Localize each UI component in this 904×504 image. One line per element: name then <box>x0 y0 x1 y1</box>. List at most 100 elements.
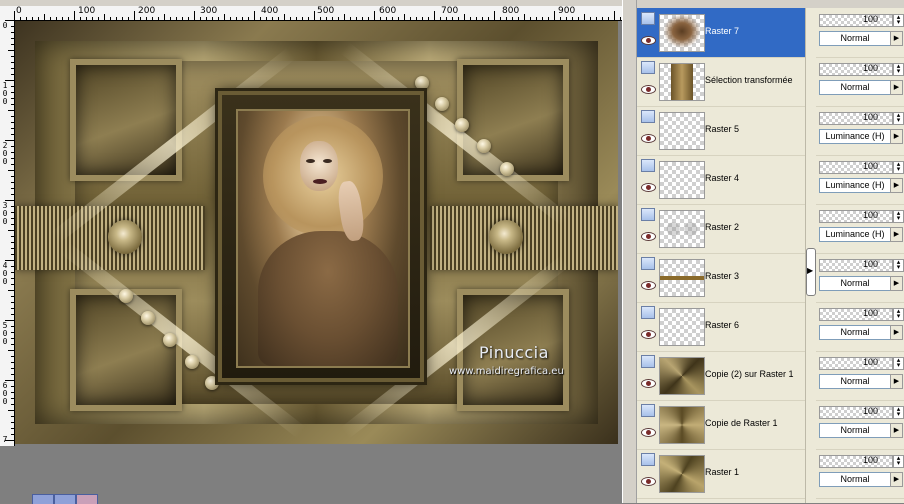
dropdown-arrow-icon[interactable]: ▶ <box>890 374 903 389</box>
opacity-spinner[interactable]: ▴ ▾ <box>893 308 904 321</box>
visibility-eye-icon[interactable] <box>641 330 656 339</box>
ruler-v-label: 0 <box>2 337 8 346</box>
opacity-spinner[interactable]: ▴ ▾ <box>893 63 904 76</box>
ruler-tick <box>356 17 357 20</box>
blend-mode-select[interactable]: Normal <box>819 31 891 46</box>
ruler-h-label: 700 <box>441 6 459 16</box>
opacity-spinner[interactable]: ▴ ▾ <box>893 14 904 27</box>
opacity-spinner[interactable]: ▴ ▾ <box>893 259 904 272</box>
layer-thumbnail <box>659 259 705 297</box>
layer-thumbnail <box>659 357 705 395</box>
layer-row[interactable]: Raster 2 <box>637 204 805 254</box>
dropdown-arrow-icon[interactable]: ▶ <box>890 80 903 95</box>
visibility-eye-icon[interactable] <box>641 379 656 388</box>
visibility-eye-icon[interactable] <box>641 85 656 94</box>
layer-type-icon[interactable] <box>641 257 655 270</box>
layer-row[interactable]: Raster 3 <box>637 253 805 303</box>
blend-mode-select[interactable]: Normal <box>819 276 891 291</box>
dropdown-arrow-icon[interactable]: ▶ <box>890 276 903 291</box>
layer-type-icon[interactable] <box>641 306 655 319</box>
pearl <box>477 139 491 153</box>
layer-row[interactable]: Raster 1 <box>637 449 805 499</box>
visibility-eye-icon[interactable] <box>641 183 656 192</box>
opacity-spinner[interactable]: ▴ ▾ <box>893 161 904 174</box>
blend-mode-select[interactable]: Luminance (H) <box>819 129 891 144</box>
layer-type-icon[interactable] <box>641 453 655 466</box>
ruler-tick <box>554 11 555 20</box>
ruler-tick <box>158 17 159 20</box>
opacity-spinner[interactable]: ▴ ▾ <box>893 357 904 370</box>
opacity-slider[interactable]: 100 <box>819 259 893 272</box>
expand-arrow-icon[interactable]: ▶ <box>807 266 813 275</box>
dropdown-arrow-icon[interactable]: ▶ <box>890 31 903 46</box>
layer-row-icons <box>641 208 656 248</box>
blend-mode-select[interactable]: Normal <box>819 325 891 340</box>
ruler-tick <box>218 17 219 20</box>
layer-type-icon[interactable] <box>641 61 655 74</box>
pearl <box>205 376 219 390</box>
opacity-slider[interactable]: 100 <box>819 210 893 223</box>
layer-row[interactable]: Raster 6 <box>637 302 805 352</box>
opacity-spinner[interactable]: ▴ ▾ <box>893 406 904 419</box>
ruler-tick <box>11 242 14 243</box>
opacity-value: 100 <box>862 455 878 465</box>
visibility-eye-icon[interactable] <box>641 134 656 143</box>
dropdown-arrow-icon[interactable]: ▶ <box>890 423 903 438</box>
opacity-spinner[interactable]: ▴ ▾ <box>893 210 904 223</box>
portrait-frame <box>218 91 424 382</box>
blend-mode-select[interactable]: Normal <box>819 374 891 389</box>
ruler-tick <box>38 17 39 20</box>
ruler-tick <box>116 17 117 20</box>
layer-row[interactable]: Raster 7 <box>637 8 805 58</box>
layer-row[interactable]: Copie de Raster 1 <box>637 400 805 450</box>
visibility-eye-icon[interactable] <box>641 428 656 437</box>
opacity-slider[interactable]: 100 <box>819 455 893 468</box>
opacity-slider[interactable]: 100 <box>819 308 893 321</box>
dropdown-arrow-icon[interactable]: ▶ <box>890 325 903 340</box>
opacity-spinner[interactable]: ▴ ▾ <box>893 455 904 468</box>
canvas-window: 0 100 200 300 400 500 600 700 800 900 0 100 200 300 4… <box>0 0 622 504</box>
ruler-tick <box>128 17 129 20</box>
layer-type-icon[interactable] <box>641 12 655 25</box>
visibility-eye-icon[interactable] <box>641 477 656 486</box>
visibility-eye-icon[interactable] <box>641 232 656 241</box>
opacity-slider[interactable]: 100 <box>819 112 893 125</box>
layer-row[interactable]: Raster 4 <box>637 155 805 205</box>
layer-type-icon[interactable] <box>641 404 655 417</box>
opacity-spinner[interactable]: ▴ ▾ <box>893 112 904 125</box>
visibility-eye-icon[interactable] <box>641 36 656 45</box>
layer-name: Copie de Raster 1 <box>705 418 778 428</box>
layer-row[interactable]: Sélection transformée <box>637 57 805 107</box>
visibility-eye-icon[interactable] <box>641 281 656 290</box>
dropdown-arrow-icon[interactable]: ▶ <box>890 178 903 193</box>
layer-type-icon[interactable] <box>641 159 655 172</box>
dropdown-arrow-icon[interactable]: ▶ <box>890 227 903 242</box>
opacity-slider[interactable]: 100 <box>819 357 893 370</box>
opacity-slider[interactable]: 100 <box>819 406 893 419</box>
dropdown-arrow-icon[interactable]: ▶ <box>890 129 903 144</box>
layer-type-icon[interactable] <box>641 355 655 368</box>
opacity-slider[interactable]: 100 <box>819 14 893 27</box>
ruler-tick <box>11 98 14 99</box>
blend-mode-select[interactable]: Luminance (H) <box>819 227 891 242</box>
blend-mode-select[interactable]: Normal <box>819 423 891 438</box>
layer-type-icon[interactable] <box>641 208 655 221</box>
blend-mode-select[interactable]: Normal <box>819 472 891 487</box>
opacity-slider[interactable]: 100 <box>819 161 893 174</box>
ruler-v-label: 0 <box>2 397 8 406</box>
blend-mode-select[interactable]: Luminance (H) <box>819 178 891 193</box>
image-canvas[interactable]: Pinuccia www.maidiregrafica.eu <box>15 21 618 444</box>
blend-mode-select[interactable]: Normal <box>819 80 891 95</box>
layer-type-icon[interactable] <box>641 110 655 123</box>
layer-row[interactable]: Copie (2) sur Raster 1 <box>637 351 805 401</box>
dropdown-arrow-icon[interactable]: ▶ <box>890 472 903 487</box>
panel-splitter[interactable] <box>622 0 637 503</box>
ruler-tick <box>11 32 14 33</box>
opacity-slider[interactable]: 100 <box>819 63 893 76</box>
layer-thumbnail-fill <box>660 407 704 443</box>
ruler-tick <box>11 158 14 159</box>
ruler-tick <box>11 176 14 177</box>
lips-shape <box>313 179 327 184</box>
ruler-tick <box>8 410 14 411</box>
layer-row[interactable]: Raster 5 <box>637 106 805 156</box>
